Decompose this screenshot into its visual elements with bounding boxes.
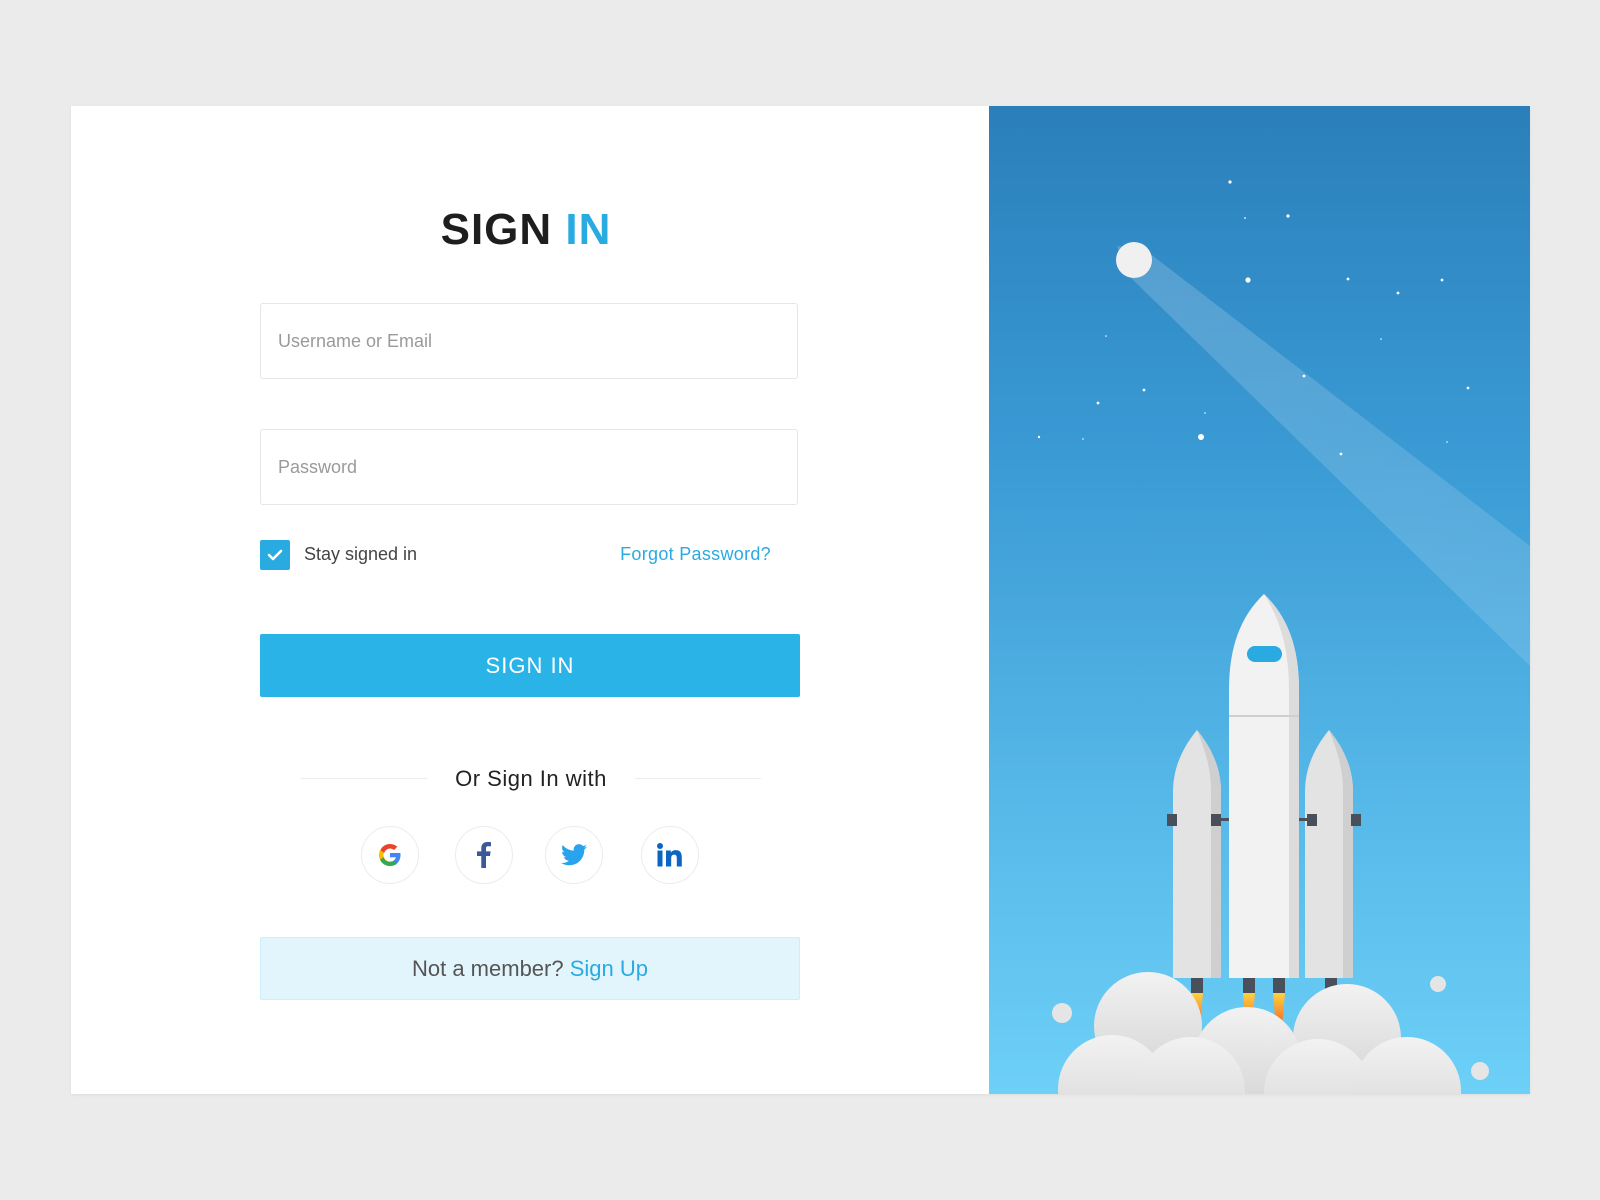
star-icon [1096,401,1100,405]
star-icon [1446,441,1448,443]
rocket-window [1247,646,1282,662]
star-icon [1245,277,1251,283]
rocket-illustration [1037,180,1530,1094]
star-icon [1302,374,1306,378]
google-sign-in-button[interactable] [361,826,419,884]
linkedin-icon [657,843,682,867]
moon-icon [1116,242,1152,278]
social-divider-text: Or Sign In with [455,766,607,791]
facebook-icon [477,842,491,868]
sign-in-card: SIGN IN Stay signed in Forgot Password? … [71,106,1530,1094]
star-icon [1286,214,1290,218]
remember-forgot-row: Stay signed in Forgot Password? [260,540,798,570]
page-title: SIGN IN [256,202,796,258]
linkedin-sign-in-button[interactable] [641,826,699,884]
forgot-password-link[interactable]: Forgot Password? [620,544,771,565]
username-email-input[interactable] [260,303,798,379]
stay-signed-in-checkbox[interactable] [260,540,290,570]
star-icon [1198,434,1204,440]
star-icon [1244,217,1246,219]
rocket-illustration-panel [989,106,1530,1094]
smoke-cloud-icon [1058,972,1461,1094]
sign-up-prompt: Not a member? [411,956,564,981]
page-title-word-sign: SIGN [440,205,553,254]
twitter-icon [561,844,587,866]
star-icon [1339,452,1343,456]
star-icon [1204,412,1206,414]
smoke-puff [1430,976,1446,992]
sign-up-link[interactable]: Sign Up [570,956,648,981]
star-icon [1466,386,1470,390]
star-icon [1440,278,1444,282]
google-icon [379,844,401,866]
star-icon [1082,438,1084,440]
sign-in-form-panel: SIGN IN Stay signed in Forgot Password? … [71,106,989,1094]
star-icon [1228,180,1232,184]
divider-line-right [635,778,761,779]
social-divider: Or Sign In with [301,764,761,794]
star-icon [1346,277,1350,281]
light-beam [1117,246,1530,666]
smoke-puff [1471,1062,1489,1080]
star-icon [1380,338,1382,340]
star-icon [1037,435,1041,439]
smoke-puff [1052,1003,1072,1023]
page-title-word-in: IN [565,205,612,254]
stay-signed-in-label: Stay signed in [304,544,418,564]
checkmark-icon [267,549,283,561]
twitter-sign-in-button[interactable] [545,826,603,884]
rocket-icon [1167,594,1361,1028]
star-icon [1105,335,1107,337]
star-field [1037,180,1470,456]
facebook-sign-in-button[interactable] [455,826,513,884]
star-icon [1396,291,1400,295]
star-icon [1142,388,1146,392]
sign-in-button[interactable]: SIGN IN [260,634,800,697]
sign-up-banner: Not a member? Sign Up [260,937,800,1000]
password-input[interactable] [260,429,798,505]
